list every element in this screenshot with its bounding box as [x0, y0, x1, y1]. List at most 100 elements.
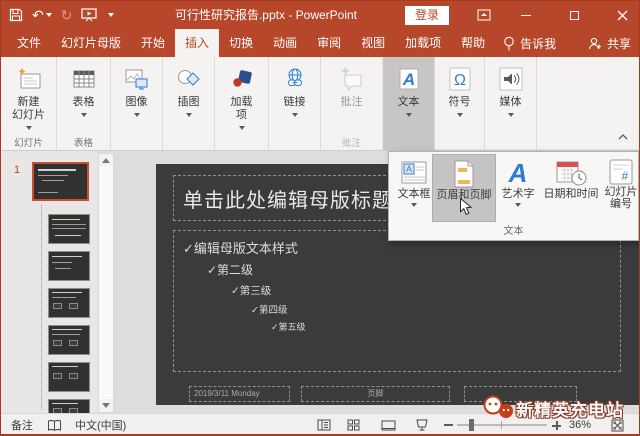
slideshow-view-button[interactable]: [415, 414, 429, 436]
scroll-down-button[interactable]: [99, 399, 113, 412]
group-slides[interactable]: 新建幻灯片 幻灯片: [1, 57, 57, 150]
comments-button-label: 批注: [341, 96, 363, 109]
group-label-comments: 批注: [321, 135, 382, 149]
redo-button-disabled: ↻: [61, 8, 73, 22]
restore-button[interactable]: [559, 1, 589, 29]
tab-review[interactable]: 审阅: [307, 29, 351, 57]
layout-connector-line: [41, 205, 42, 410]
normal-view-button[interactable]: [317, 414, 331, 436]
tab-slide-master[interactable]: 幻灯片母版: [51, 29, 131, 57]
mouse-cursor: [459, 197, 473, 221]
media-button-label: 媒体: [500, 96, 522, 109]
powerpoint-window: ↶ ↻ 可行性研究报告.pptx - PowerPoint 登录 文件 幻灯片母…: [0, 0, 640, 436]
notes-book-icon[interactable]: [47, 414, 62, 436]
share-person-icon: [588, 37, 602, 50]
bullet-level-2: ✓第二级: [207, 261, 253, 278]
tell-me-label: 告诉我: [520, 35, 556, 52]
thumbnail-scrollbar[interactable]: [98, 153, 114, 413]
ribbon-spacer: [537, 57, 639, 150]
textbox-label: 文本框: [398, 188, 431, 200]
bullet-level-1: ✓编辑母版文本样式: [183, 238, 298, 257]
save-icon[interactable]: [9, 8, 23, 22]
start-slideshow-icon[interactable]: [81, 8, 97, 22]
lightbulb-icon: [503, 36, 515, 51]
restore-icon: [570, 11, 579, 20]
tab-transitions[interactable]: 切换: [219, 29, 263, 57]
tab-help[interactable]: 帮助: [451, 29, 495, 57]
master-slide-thumbnail-selected[interactable]: [32, 162, 89, 201]
zoom-out-button[interactable]: [444, 414, 453, 436]
zoom-slider-thumb[interactable]: [469, 419, 474, 431]
notes-button[interactable]: 备注: [11, 414, 33, 436]
group-media[interactable]: 媒体: [485, 57, 537, 150]
watermark-logo-icon: [482, 394, 516, 422]
body-placeholder[interactable]: ✓编辑母版文本样式 ✓第二级 ✓第三级 ✓第四级 ✓第五级: [173, 230, 621, 372]
group-table[interactable]: 表格 表格: [57, 57, 111, 150]
addins-icon: [229, 62, 255, 96]
group-links[interactable]: 链接: [269, 57, 321, 150]
textbox-caret-icon: [411, 203, 417, 207]
symbols-button-label: 符号: [449, 96, 471, 109]
menu-item-wordart[interactable]: A 艺术字: [498, 154, 538, 222]
close-button[interactable]: [607, 1, 637, 29]
illustrations-button-label: 插图: [178, 96, 200, 109]
new-slide-caret-icon: [26, 126, 32, 130]
scroll-up-button[interactable]: [99, 154, 113, 167]
zoom-out-icon: [444, 424, 453, 426]
date-placeholder[interactable]: 2019/3/11 Monday: [189, 386, 290, 402]
symbols-omega-icon: Ω: [448, 62, 472, 96]
reading-view-button[interactable]: [381, 414, 396, 436]
login-button[interactable]: 登录: [405, 6, 449, 25]
undo-button[interactable]: ↶: [32, 8, 52, 22]
layout-thumbnail[interactable]: [48, 325, 90, 355]
tab-view[interactable]: 视图: [351, 29, 395, 57]
minimize-icon: [521, 15, 531, 16]
textbox-icon: A: [399, 158, 429, 188]
text-group-flyout: A 文本框 页眉和页脚 A 艺术字 日期和时间 # 幻灯片编号 文本: [388, 151, 639, 241]
wordart-caret-icon: [515, 203, 521, 207]
undo-caret-icon: [46, 13, 52, 17]
window-title: 可行性研究报告.pptx - PowerPoint: [151, 1, 381, 29]
minimize-button[interactable]: [511, 1, 541, 29]
slide-number-label: 1: [14, 164, 20, 176]
addins-button-label: 加载项: [231, 96, 253, 122]
share-button[interactable]: 共享: [588, 29, 631, 57]
tab-addins[interactable]: 加载项: [395, 29, 451, 57]
layout-thumbnail[interactable]: [48, 251, 90, 281]
menu-item-slide-number[interactable]: # 幻灯片编号: [604, 154, 638, 222]
date-time-label: 日期和时间: [544, 188, 599, 200]
scroll-down-icon: [102, 403, 110, 408]
scroll-up-icon: [102, 158, 110, 163]
group-symbols[interactable]: Ω 符号: [435, 57, 485, 150]
menu-item-date-time[interactable]: 日期和时间: [540, 154, 602, 222]
addins-caret-icon: [239, 126, 245, 130]
customize-qat-caret-icon[interactable]: [106, 13, 114, 17]
layout-thumbnail[interactable]: [48, 288, 90, 318]
footer-placeholder[interactable]: 页脚: [301, 386, 450, 402]
slide-master-thumbnail-panel: 1: [1, 151, 98, 413]
tell-me-box[interactable]: 告诉我: [495, 29, 564, 57]
ribbon-display-options-button[interactable]: [471, 1, 497, 29]
text-caret-icon: [406, 113, 412, 117]
tab-file[interactable]: 文件: [7, 29, 51, 57]
layout-thumbnail[interactable]: [48, 362, 90, 392]
menu-item-textbox[interactable]: A 文本框: [392, 154, 436, 222]
layout-thumbnail[interactable]: [48, 214, 90, 244]
svg-text:A: A: [401, 70, 414, 89]
tab-home[interactable]: 开始: [131, 29, 175, 57]
slide-number-icon: #: [607, 158, 635, 186]
language-button[interactable]: 中文(中国): [75, 414, 126, 436]
group-addins[interactable]: 加载项: [215, 57, 269, 150]
group-text-button[interactable]: A 文本: [383, 57, 435, 150]
tab-insert[interactable]: 插入: [175, 29, 219, 57]
text-icon: A: [397, 62, 421, 96]
svg-text:#: #: [622, 169, 629, 183]
collapse-ribbon-chevron-icon[interactable]: [617, 128, 629, 146]
group-images[interactable]: 图像: [111, 57, 163, 150]
layout-thumbnail-partial[interactable]: [48, 399, 90, 413]
slide-sorter-view-button[interactable]: [347, 414, 360, 436]
title-bar: ↶ ↻ 可行性研究报告.pptx - PowerPoint 登录: [1, 1, 639, 29]
group-illustrations[interactable]: 插图: [163, 57, 215, 150]
svg-text:A: A: [508, 158, 528, 188]
tab-animations[interactable]: 动画: [263, 29, 307, 57]
